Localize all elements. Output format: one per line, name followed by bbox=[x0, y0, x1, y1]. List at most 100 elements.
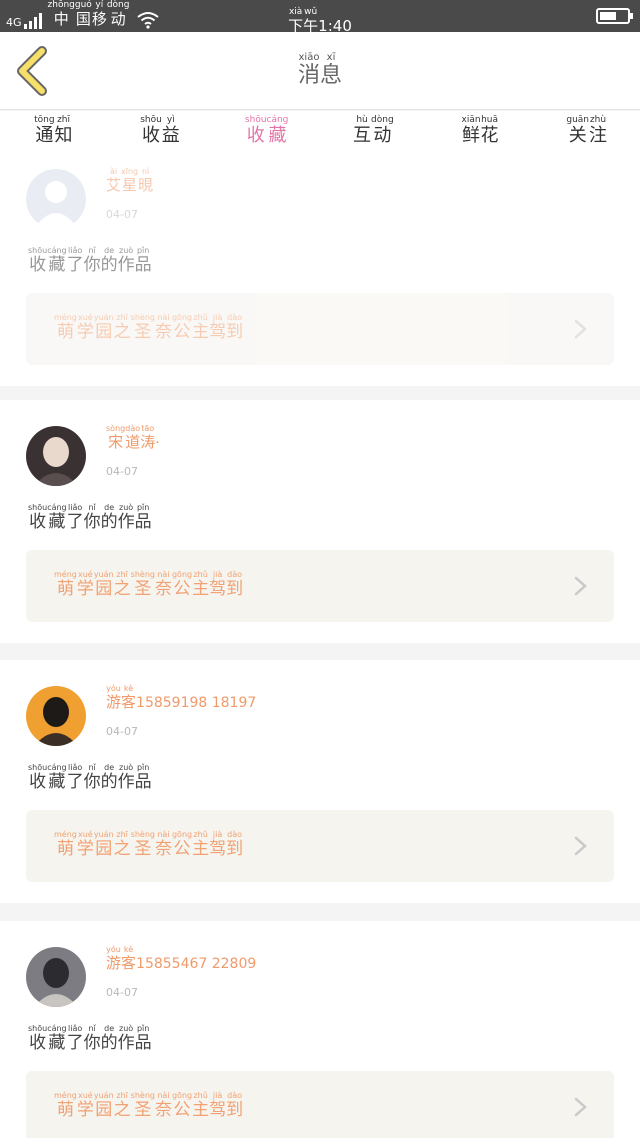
ruby-char: 到dào bbox=[226, 570, 244, 599]
timestamp: 04-07 bbox=[106, 208, 138, 221]
ruby-char: 圣shèng bbox=[130, 313, 155, 342]
ruby-char: 驾jià bbox=[209, 570, 227, 599]
chevron-right-icon bbox=[574, 1097, 587, 1117]
ruby-char: 奈nài bbox=[154, 830, 172, 859]
ruby-char: 消xiāo bbox=[297, 52, 320, 88]
username[interactable]: 艾ài星xīng晛nì bbox=[106, 167, 153, 195]
battery-level bbox=[600, 12, 616, 20]
ruby-char: 晛nì bbox=[138, 167, 154, 194]
username[interactable]: 游yóu客kè15855467 22809 bbox=[106, 945, 256, 973]
ruby-char: 宋sòng bbox=[106, 424, 126, 451]
notification-card[interactable]: 游yóu客kè15859198 18197 04-07 收shōu藏cáng了liǎ… bbox=[0, 660, 640, 903]
ruby-char: 学xué bbox=[76, 830, 94, 859]
timestamp: 04-07 bbox=[106, 725, 138, 738]
ruby-char: 藏cáng bbox=[47, 503, 67, 532]
ruby-char: 客kè bbox=[121, 684, 137, 711]
ruby-char: 了liǎo bbox=[66, 1024, 84, 1053]
ruby-char: 你nǐ bbox=[83, 1024, 101, 1053]
ruby-char: 息xī bbox=[320, 52, 343, 88]
ruby-char: 学xué bbox=[76, 313, 94, 342]
ruby-char: 园yuán bbox=[93, 1091, 114, 1120]
action-text: 收shōu藏cáng了liǎo你nǐ的de作zuò品pǐn bbox=[28, 1024, 152, 1053]
ruby-char: 收shōu bbox=[28, 763, 48, 792]
ruby-char: 之zhī bbox=[113, 313, 131, 342]
work-title: 萌méng学xué园yuán之zhī圣shèng奈nài公gōng主zhǔ驾ji… bbox=[54, 570, 243, 599]
avatar[interactable] bbox=[26, 169, 86, 229]
avatar[interactable] bbox=[26, 426, 86, 486]
work-link[interactable]: 萌méng学xué园yuán之zhī圣shèng奈nài公gōng主zhǔ驾ji… bbox=[26, 550, 614, 622]
ruby-char: 品pǐn bbox=[134, 503, 152, 532]
notification-card[interactable]: 游yóu客kè15855467 22809 04-07 收shōu藏cáng了liǎ… bbox=[0, 921, 640, 1138]
ruby-char: 你nǐ bbox=[83, 503, 101, 532]
ruby-char: 作zuò bbox=[117, 503, 135, 532]
ruby-char: 了liǎo bbox=[66, 503, 84, 532]
status-bar: 4G 中zhōng国guó移yí动dòng 下xià午wǔ1:40 bbox=[0, 0, 640, 35]
ruby-char: 萌méng bbox=[54, 830, 77, 859]
ruby-char: 作zuò bbox=[117, 246, 135, 275]
chevron-right-icon bbox=[574, 836, 587, 856]
ruby-char: 奈nài bbox=[154, 570, 172, 599]
username[interactable]: 游yóu客kè15859198 18197 bbox=[106, 684, 256, 712]
ruby-char: 奈nài bbox=[154, 1091, 172, 1120]
avatar[interactable] bbox=[26, 947, 86, 1007]
ruby-char: 到dào bbox=[226, 830, 244, 859]
ruby-char: 园yuán bbox=[93, 570, 114, 599]
ruby-char: 的de bbox=[100, 246, 118, 275]
ruby-char: 收shōu bbox=[28, 503, 48, 532]
ruby-char: 驾jià bbox=[209, 830, 227, 859]
ruby-char: 藏cáng bbox=[47, 763, 67, 792]
ruby-char: 你nǐ bbox=[83, 763, 101, 792]
work-link[interactable]: 萌méng学xué园yuán之zhī圣shèng奈nài公gōng主zhǔ驾ji… bbox=[26, 810, 614, 882]
notification-card[interactable]: 宋sòng道dào涛tāo· 04-07 收shōu藏cáng了liǎo你nǐ的de… bbox=[0, 400, 640, 643]
work-title: 萌méng学xué园yuán之zhī圣shèng奈nài公gōng主zhǔ驾ji… bbox=[54, 1091, 243, 1120]
ruby-char: 主zhǔ bbox=[192, 313, 210, 342]
work-link[interactable]: 萌méng学xué园yuán之zhī圣shèng奈nài公gōng主zhǔ驾ji… bbox=[26, 1071, 614, 1138]
username[interactable]: 宋sòng道dào涛tāo· bbox=[106, 424, 160, 452]
ruby-char: 萌méng bbox=[54, 570, 77, 599]
ruby-char: 驾jià bbox=[209, 1091, 227, 1120]
ruby-char: 奈nài bbox=[154, 313, 172, 342]
ruby-char: 主zhǔ bbox=[192, 830, 210, 859]
ruby-char: 游yóu bbox=[106, 684, 122, 711]
ruby-char: 的de bbox=[100, 503, 118, 532]
ruby-char: 圣shèng bbox=[130, 570, 155, 599]
avatar[interactable] bbox=[26, 686, 86, 746]
action-text: 收shōu藏cáng了liǎo你nǐ的de作zuò品pǐn bbox=[28, 503, 152, 532]
ruby-char: 主zhǔ bbox=[192, 1091, 210, 1120]
username-suffix: 15855467 22809 bbox=[136, 956, 257, 972]
ruby-char: 游yóu bbox=[106, 945, 122, 972]
ruby-char: 公gōng bbox=[171, 830, 193, 859]
ruby-char: 了liǎo bbox=[66, 763, 84, 792]
ruby-char: 公gōng bbox=[171, 313, 193, 342]
ruby-char: 学xué bbox=[76, 570, 94, 599]
app-root: 4G 中zhōng国guó移yí动dòng 下xià午wǔ1:40 消xiāo息… bbox=[0, 0, 640, 1138]
ruby-char: 的de bbox=[100, 1024, 118, 1053]
ruby-char: 藏cáng bbox=[47, 246, 67, 275]
work-link[interactable]: 萌méng学xué园yuán之zhī圣shèng奈nài公gōng主zhǔ驾ji… bbox=[26, 293, 614, 365]
ruby-char: 萌méng bbox=[54, 1091, 77, 1120]
ruby-char: 品pǐn bbox=[134, 1024, 152, 1053]
work-title: 萌méng学xué园yuán之zhī圣shèng奈nài公gōng主zhǔ驾ji… bbox=[54, 313, 243, 342]
username-suffix: · bbox=[155, 435, 160, 451]
ruby-char: 之zhī bbox=[113, 1091, 131, 1120]
ruby-char: 学xué bbox=[76, 1091, 94, 1120]
ruby-char: 品pǐn bbox=[134, 246, 152, 275]
timestamp: 04-07 bbox=[106, 465, 138, 478]
ruby-char: 公gōng bbox=[171, 1091, 193, 1120]
ruby-char: 客kè bbox=[121, 945, 137, 972]
ruby-char: 艾ài bbox=[106, 167, 122, 194]
ruby-char: 品pǐn bbox=[134, 763, 152, 792]
notification-card[interactable]: 艾ài星xīng晛nì 04-07 收shōu藏cáng了liǎo你nǐ的de作zu… bbox=[0, 143, 640, 386]
ruby-char: 圣shèng bbox=[130, 830, 155, 859]
timestamp: 04-07 bbox=[106, 986, 138, 999]
ruby-char: 藏cáng bbox=[47, 1024, 67, 1053]
ruby-char: 作zuò bbox=[117, 763, 135, 792]
ruby-char: 到dào bbox=[226, 1091, 244, 1120]
ruby-char: 驾jià bbox=[209, 313, 227, 342]
ruby-char: 了liǎo bbox=[66, 246, 84, 275]
action-text: 收shōu藏cáng了liǎo你nǐ的de作zuò品pǐn bbox=[28, 763, 152, 792]
ruby-char: 之zhī bbox=[113, 570, 131, 599]
ruby-char: 收shōu bbox=[28, 246, 48, 275]
ruby-char: 的de bbox=[100, 763, 118, 792]
ruby-char: 到dào bbox=[226, 313, 244, 342]
